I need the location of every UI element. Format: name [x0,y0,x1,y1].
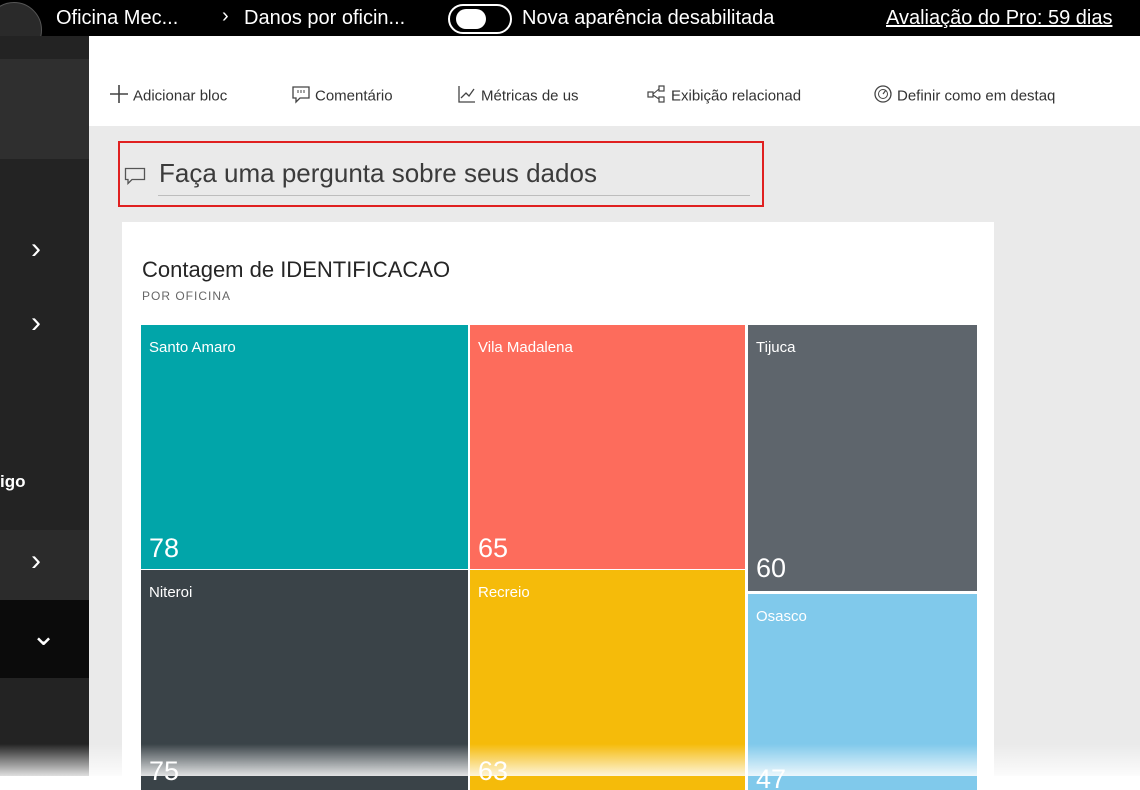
treemap-cell-label: Niteroi [149,584,193,601]
collapse-chevron-down-icon[interactable]: ⌄ [31,621,56,651]
related-view-button[interactable]: Exibição relacionad [647,84,861,109]
left-nav: › › igo › ⌄ [0,36,89,776]
tile-title: Contagem de IDENTIFICACAO [142,257,451,282]
tile-subtitle: POR OFICINA [142,289,232,303]
set-featured-button[interactable]: Definir como em destaq [873,84,1139,109]
dashboard-toolbar: Adicionar bloc Comentário Métricas de us… [89,58,1140,127]
avatar[interactable] [0,2,42,36]
expand-chevron-right-icon[interactable]: › [31,308,41,338]
set-featured-label: Definir como em destaq [897,87,1056,105]
plus-icon [109,84,133,109]
metrics-icon [457,84,481,109]
new-look-label: Nova aparência desabilitada [522,7,775,29]
speech-bubble-icon [124,167,146,186]
qa-placeholder[interactable]: Faça uma pergunta sobre seus dados [159,158,597,189]
comment-button[interactable]: Comentário [291,84,437,109]
treemap-cell[interactable]: Santo Amaro 78 [141,325,468,569]
related-view-icon [647,84,671,109]
treemap-cell-value: 65 [478,533,509,563]
treemap-cell[interactable]: Vila Madalena 65 [470,325,745,569]
usage-metrics-label: Métricas de us [481,87,579,105]
breadcrumb-dashboard[interactable]: Danos por oficin... [244,7,405,30]
comment-label: Comentário [315,87,393,105]
treemap-cell[interactable]: Tijuca 60 [748,325,977,591]
pro-trial-link[interactable]: Avaliação do Pro: 59 dias [886,7,1112,30]
top-bar: Oficina Mec... › Danos por oficin... Nov… [0,0,1140,36]
toggle-knob [456,9,486,29]
qa-underline [158,195,750,196]
bottom-fade [0,744,1140,776]
left-nav-header [0,59,89,159]
nav-section-label: igo [0,472,26,491]
featured-icon [873,84,897,109]
add-tile-label: Adicionar bloc [133,87,228,105]
add-tile-button[interactable]: Adicionar bloc [109,84,285,109]
treemap-cell-label: Recreio [478,584,530,601]
new-look-toggle[interactable] [448,4,512,34]
treemap-cell-label: Osasco [756,608,807,625]
treemap-tile[interactable]: Contagem de IDENTIFICACAO POR OFICINA Sa… [122,222,994,790]
breadcrumb-separator-icon: › [222,5,229,27]
expand-chevron-right-icon[interactable]: › [31,234,41,264]
usage-metrics-button[interactable]: Métricas de us [457,84,627,109]
treemap-cell-label: Vila Madalena [478,339,573,356]
treemap-cell-label: Tijuca [756,339,796,356]
nav-row[interactable] [0,530,89,600]
treemap-cell-label: Santo Amaro [149,339,236,356]
treemap-cell-value: 60 [756,553,787,583]
qa-question-box[interactable]: Faça uma pergunta sobre seus dados [118,141,764,207]
breadcrumb-workspace[interactable]: Oficina Mec... [56,7,178,30]
expand-chevron-right-icon[interactable]: › [31,546,41,576]
comment-icon [291,84,315,109]
treemap-cell-value: 78 [149,533,180,563]
related-view-label: Exibição relacionad [671,87,802,105]
